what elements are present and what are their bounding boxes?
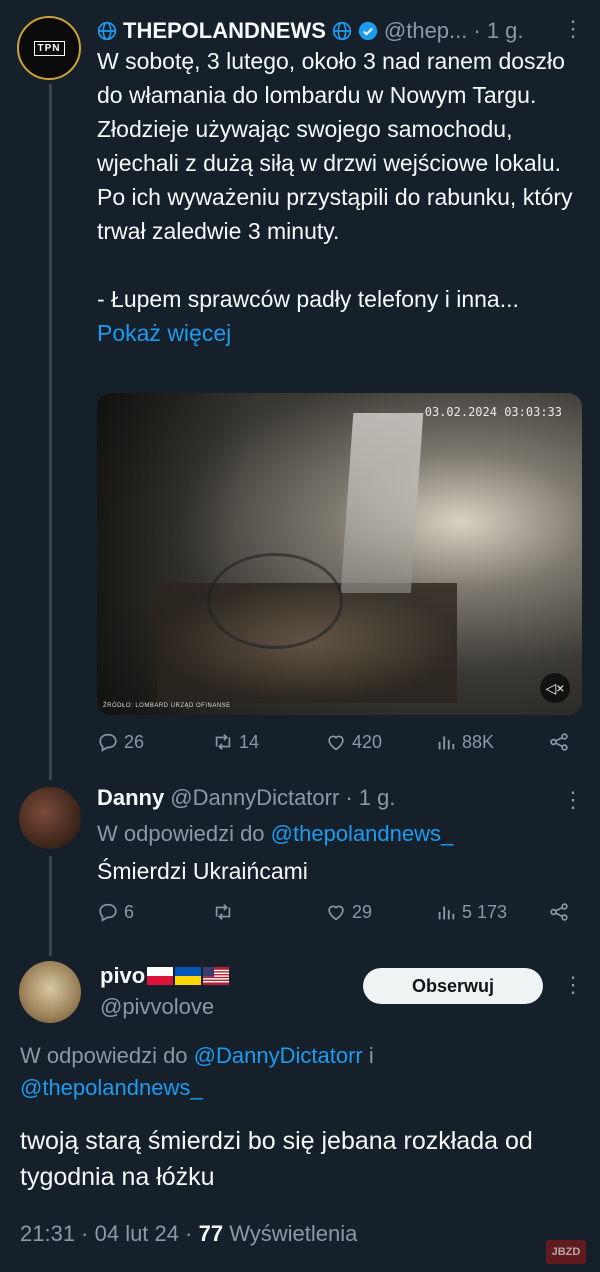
author-handle[interactable]: @thep... <box>384 18 468 44</box>
flag-usa-icon <box>203 967 230 985</box>
views-count: 88K <box>462 731 495 752</box>
tweet-text: W sobotę, 3 lutego, około 3 nad ranem do… <box>97 44 577 350</box>
share-icon <box>550 733 568 751</box>
author-name[interactable]: Danny <box>97 785 164 811</box>
tweet-actions: 26 14 420 88K <box>97 731 575 761</box>
retweet-button[interactable] <box>212 901 234 923</box>
reply-icon <box>99 903 117 922</box>
views-label: Wyświetlenia <box>229 1221 358 1246</box>
reply-prefix: W odpowiedzi do <box>97 821 265 846</box>
tweet-text: twoją starą śmierdzi bo się jebana rozkł… <box>20 1127 533 1191</box>
views-icon <box>438 736 455 750</box>
avatar-logo-text: TPN <box>33 40 65 56</box>
tweet-header: Danny @DannyDictatorr · 1 g. <box>97 785 395 811</box>
like-button[interactable]: 29 <box>325 901 372 923</box>
video-frame-bike <box>207 553 343 649</box>
video-watermark: ŹRÓDŁO: LOMBARD URZĄD OFINANSE <box>103 703 231 709</box>
reply-target-link[interactable]: @thepolandnews_ <box>271 821 454 846</box>
tweet-meta: 21:31 · 04 lut 24 · 77 Wyświetlenia <box>20 1221 357 1247</box>
post-time[interactable]: · 1 g. <box>345 785 395 811</box>
globe-icon <box>332 21 352 41</box>
share-button[interactable] <box>548 901 570 923</box>
more-icon[interactable]: ⋮ <box>562 16 584 42</box>
reply-context: W odpowiedzi do @DannyDictatorr i @thepo… <box>20 1040 580 1104</box>
post-timestamp[interactable]: 21:31 · 04 lut 24 · <box>20 1221 192 1246</box>
tweet-paragraph: - Łupem sprawców padły telefony i inna..… <box>97 286 519 312</box>
reply-button[interactable]: 6 <box>97 901 134 923</box>
globe-icon <box>97 21 117 41</box>
reply-count: 6 <box>124 901 135 922</box>
reply-context: W odpowiedzi do @thepolandnews_ <box>97 818 453 850</box>
reply-target-link[interactable]: @DannyDictatorr <box>194 1043 363 1068</box>
views-button[interactable]: 5 173 <box>435 901 507 923</box>
mute-icon[interactable]: ◁× <box>540 673 570 703</box>
more-icon[interactable]: ⋮ <box>562 972 584 998</box>
follow-button[interactable]: Obserwuj <box>363 968 543 1004</box>
like-icon <box>328 905 344 921</box>
retweet-icon <box>215 904 231 920</box>
views-count: 77 <box>198 1221 224 1246</box>
video-player[interactable]: 03.02.2024 03:03:33 ŹRÓDŁO: LOMBARD URZĄ… <box>97 393 582 715</box>
avatar[interactable]: TPN <box>17 16 81 80</box>
retweet-button[interactable]: 14 <box>212 731 259 753</box>
site-watermark: JBZD <box>546 1240 586 1264</box>
author-name[interactable]: THEPOLANDNEWS <box>123 18 326 44</box>
tweet-paragraph: W sobotę, 3 lutego, około 3 nad ranem do… <box>97 48 573 244</box>
avatar[interactable] <box>19 787 81 849</box>
like-count: 29 <box>352 901 373 922</box>
show-more-link[interactable]: Pokaż więcej <box>97 316 577 350</box>
video-timestamp: 03.02.2024 03:03:33 <box>424 405 562 419</box>
reply-prefix: W odpowiedzi do <box>20 1043 188 1068</box>
author-name[interactable]: pivo <box>100 963 145 989</box>
reply-conjunction: i <box>368 1043 374 1068</box>
reply-button[interactable]: 26 <box>97 731 144 753</box>
thread-line-top <box>49 84 52 780</box>
video-frame-door <box>340 413 424 593</box>
flag-poland-icon <box>147 967 174 985</box>
tweet-header: THEPOLANDNEWS @thep... · 1 g. <box>97 18 524 44</box>
verified-badge-icon <box>358 21 378 41</box>
like-button[interactable]: 420 <box>325 731 382 753</box>
views-count: 5 173 <box>462 901 508 922</box>
retweet-count: 14 <box>239 731 260 752</box>
views-button[interactable]: 88K <box>435 731 494 753</box>
tweet-actions: 6 29 5 173 <box>97 901 575 931</box>
author-handle[interactable]: @pivvolove <box>100 994 214 1020</box>
views-icon <box>438 906 455 920</box>
thread-line-middle <box>49 856 52 956</box>
post-time[interactable]: · 1 g. <box>473 18 523 44</box>
reply-count: 26 <box>124 731 145 752</box>
flag-ukraine-icon <box>175 967 202 985</box>
author-handle[interactable]: @DannyDictatorr <box>170 785 339 811</box>
share-button[interactable] <box>548 731 570 753</box>
tweet-text: Śmierdzi Ukraińcami <box>97 858 308 884</box>
author-row: pivo <box>100 963 230 989</box>
more-icon[interactable]: ⋮ <box>562 787 584 813</box>
like-count: 420 <box>352 731 383 752</box>
share-icon <box>550 903 568 921</box>
retweet-icon <box>215 734 231 750</box>
reply-target-link[interactable]: @thepolandnews_ <box>20 1075 203 1100</box>
avatar[interactable] <box>19 961 81 1023</box>
reply-icon <box>99 733 117 752</box>
like-icon <box>328 735 344 751</box>
